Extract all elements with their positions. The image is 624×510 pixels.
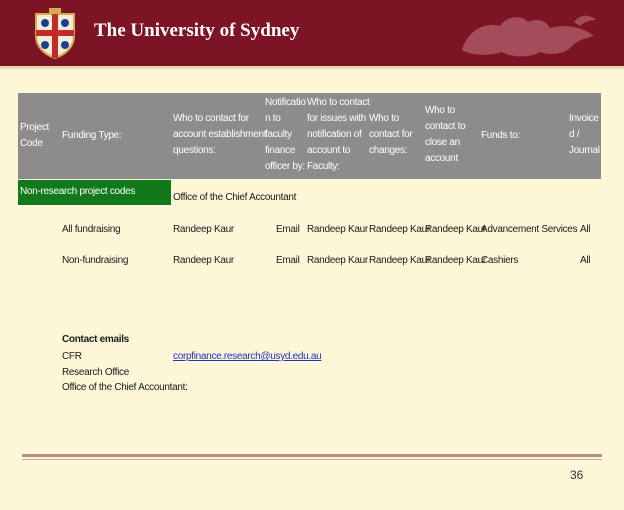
contact-emails-heading: Contact emails	[62, 334, 129, 345]
col-header-account-establishment: Who to contact for account establishment q…	[173, 113, 267, 156]
contact-chief-accountant-label: Office of the Chief Accountant:	[62, 382, 188, 393]
col-header-close-account: Who to contact to close an account	[425, 105, 466, 164]
footer-rule	[22, 454, 602, 457]
page-number: 36	[570, 468, 584, 482]
col-header-funds-to: Funds to:	[481, 130, 520, 141]
invoiced-cell: All	[580, 224, 591, 235]
header-rule	[0, 66, 624, 69]
contact-email-link[interactable]: corpfinance.research@usyd.edu.au	[173, 351, 322, 362]
notification-cell: Email	[276, 224, 300, 235]
funds-to-cell: Advancement Services	[481, 224, 578, 235]
col-header-funding-type: Funding Type:	[62, 130, 122, 141]
university-crest-icon	[35, 8, 75, 60]
contact-research-office-label: Research Office	[62, 367, 130, 378]
funding-type-cell: All fundraising	[62, 224, 121, 235]
notification-cell: Email	[276, 255, 300, 266]
col-header-project-code: Project Code	[20, 122, 50, 149]
funds-to-cell: Cashiers	[481, 255, 519, 266]
contact-cell: Randeep Kaur	[173, 224, 234, 235]
col-header-notification-issues: Who to contact for issues with notificatio…	[307, 97, 370, 172]
section-contact: Office of the Chief Accountant	[173, 192, 297, 203]
issues-contact-cell: Randeep Kaur	[307, 255, 368, 266]
changes-contact-cell: Randeep Kaur	[369, 255, 430, 266]
col-header-notification: Notificatio n to faculty finance officer by:	[265, 97, 306, 172]
funding-type-cell: Non-fundraising	[62, 255, 129, 266]
close-contact-cell: Randeep Kaur	[425, 255, 486, 266]
col-header-invoiced-journal: Invoice d / Journal	[569, 113, 600, 156]
changes-contact-cell: Randeep Kaur	[369, 224, 430, 235]
contact-cfr-label: CFR	[62, 351, 82, 362]
header-banner: The University of Sydney	[0, 0, 624, 66]
issues-contact-cell: Randeep Kaur	[307, 224, 368, 235]
invoiced-cell: All	[580, 255, 591, 266]
lion-emblem-icon	[462, 15, 596, 57]
footer-rule-thin	[22, 459, 602, 460]
col-header-changes: Who to contact for changes:	[369, 113, 413, 156]
close-contact-cell: Randeep Kaur	[425, 224, 486, 235]
section-label: Non-research project codes	[20, 186, 136, 197]
university-title: The University of Sydney	[94, 20, 300, 41]
contact-cell: Randeep Kaur	[173, 255, 234, 266]
